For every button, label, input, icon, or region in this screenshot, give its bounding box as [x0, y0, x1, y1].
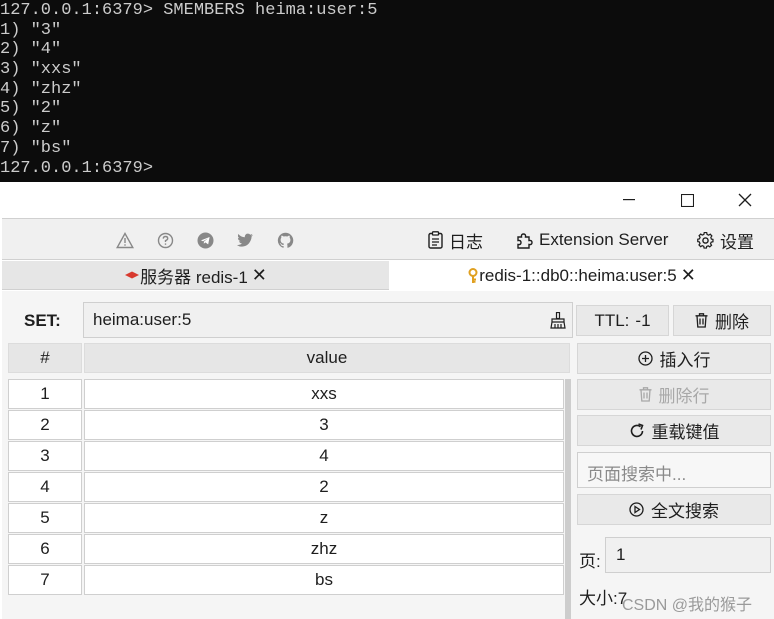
size-label-text: 大小:	[579, 589, 618, 608]
reload-button[interactable]: 重载键值	[577, 415, 771, 446]
table-row[interactable]: 5 z	[8, 503, 570, 533]
row-index-cell[interactable]: 1	[8, 379, 82, 409]
plus-circle-icon	[637, 351, 653, 366]
puzzle-icon	[517, 232, 533, 249]
warning-icon[interactable]	[116, 231, 134, 249]
row-index-cell[interactable]: 2	[8, 410, 82, 440]
row-index-cell[interactable]: 3	[8, 441, 82, 471]
close-tab-icon[interactable]: ✕	[681, 265, 696, 286]
terminal-line: 7) "bs"	[0, 138, 72, 158]
tab-server[interactable]: 服务器 redis-1 ✕	[2, 261, 389, 290]
insert-row-label: 插入行	[659, 351, 711, 370]
play-circle-icon	[629, 502, 644, 517]
tab-key[interactable]: redis-1::db0::heima:user:5 ✕	[389, 261, 774, 290]
column-header-index[interactable]: #	[8, 343, 82, 373]
row-value-cell[interactable]: 2	[84, 472, 564, 502]
row-value-cell[interactable]: zhz	[84, 534, 564, 564]
key-type-label: SET:	[24, 311, 61, 330]
row-index-cell[interactable]: 6	[8, 534, 82, 564]
terminal-line: 3) "xxs"	[0, 60, 82, 80]
table-row[interactable]: 4 2	[8, 472, 570, 502]
row-value-cell[interactable]: z	[84, 503, 564, 533]
key-name-input[interactable]: heima:user:5	[83, 302, 573, 338]
terminal-line: 5) "2"	[0, 99, 62, 119]
row-value-cell[interactable]: xxs	[84, 379, 564, 409]
minimize-button[interactable]	[600, 182, 658, 218]
table-row[interactable]: 6 zhz	[8, 534, 570, 564]
key-icon	[468, 267, 478, 283]
gear-icon	[697, 231, 714, 249]
tab-bar: 服务器 redis-1 ✕ redis-1::db0::heima:user:5…	[2, 261, 774, 291]
telegram-icon[interactable]	[196, 231, 214, 249]
row-value-cell[interactable]: 4	[84, 441, 564, 471]
terminal-line: 6) "z"	[0, 119, 62, 139]
row-value-cell[interactable]: bs	[84, 565, 564, 595]
settings-label: 设置	[720, 232, 754, 252]
delete-key-label: 删除	[715, 313, 749, 332]
insert-row-button[interactable]: 插入行	[577, 343, 771, 374]
log-label: 日志	[449, 232, 483, 252]
extension-server-button[interactable]: Extension Server	[516, 227, 668, 253]
delete-row-button[interactable]: 删除行	[577, 379, 771, 410]
page-label: 页:	[579, 552, 601, 571]
page-number-input[interactable]: 1	[605, 537, 771, 573]
page-search-input[interactable]: 页面搜索中...	[577, 452, 771, 488]
size-label: 大小:7	[579, 584, 627, 609]
ttl-button[interactable]: TTL: -1	[576, 305, 669, 336]
terminal-line: 127.0.0.1:6379>	[0, 158, 154, 178]
help-icon[interactable]	[156, 231, 174, 249]
close-icon	[738, 193, 752, 207]
twitter-icon[interactable]	[236, 231, 254, 249]
github-icon[interactable]	[276, 231, 294, 249]
ttl-value: -1	[635, 310, 651, 330]
trash-icon	[639, 387, 651, 402]
extension-server-label: Extension Server	[539, 230, 669, 249]
row-value-cell[interactable]: 3	[84, 410, 564, 440]
terminal-line: 1) "3"	[0, 20, 62, 40]
delete-key-button[interactable]: 删除	[673, 305, 771, 336]
reload-label: 重载键值	[651, 423, 720, 442]
delete-row-label: 删除行	[658, 387, 710, 406]
row-index-cell[interactable]: 7	[8, 565, 82, 595]
close-window-button[interactable]	[716, 182, 774, 218]
terminal-line: 2) "4"	[0, 40, 62, 60]
ttl-label: TTL:	[594, 310, 630, 330]
watermark: CSDN @我的猴子	[622, 597, 753, 614]
table-row[interactable]: 1 xxs	[8, 379, 570, 409]
maximize-button[interactable]	[658, 182, 716, 218]
window-titlebar	[0, 182, 774, 218]
clipboard-icon	[428, 231, 443, 249]
minimize-icon	[623, 199, 635, 201]
reload-icon	[630, 422, 644, 437]
settings-button[interactable]: 设置	[697, 227, 754, 253]
tab-key-label: redis-1::db0::heima:user:5	[479, 265, 677, 285]
key-editor-panel: SET: heima:user:5 TTL: -1 删除 # value 1 x…	[2, 291, 774, 619]
column-header-value[interactable]: value	[84, 343, 570, 373]
table-scrollbar[interactable]	[565, 379, 571, 619]
maximize-icon	[680, 193, 694, 207]
page-search-placeholder: 页面搜索中...	[587, 465, 687, 484]
close-tab-icon[interactable]: ✕	[252, 265, 267, 286]
toolbar: 日志 Extension Server 设置	[2, 218, 774, 260]
fulltext-search-label: 全文搜索	[651, 502, 719, 521]
trash-icon	[695, 313, 708, 328]
terminal-line: 127.0.0.1:6379> SMEMBERS heima:user:5	[0, 1, 378, 20]
terminal-output: 127.0.0.1:6379> SMEMBERS heima:user:5 1)…	[0, 0, 774, 182]
key-name-value: heima:user:5	[93, 310, 192, 329]
row-index-cell[interactable]: 4	[8, 472, 82, 502]
row-index-cell[interactable]: 5	[8, 503, 82, 533]
tab-server-label: 服务器 redis-1	[140, 267, 248, 287]
fulltext-search-button[interactable]: 全文搜索	[577, 494, 771, 525]
terminal-line: 4) "zhz"	[0, 79, 82, 99]
redis-server-icon	[125, 271, 140, 279]
table-row[interactable]: 7 bs	[8, 565, 570, 595]
table-row[interactable]: 3 4	[8, 441, 570, 471]
broom-icon[interactable]	[550, 312, 566, 329]
log-button[interactable]: 日志	[428, 227, 483, 253]
page-number-value: 1	[616, 545, 626, 564]
table-row[interactable]: 2 3	[8, 410, 570, 440]
